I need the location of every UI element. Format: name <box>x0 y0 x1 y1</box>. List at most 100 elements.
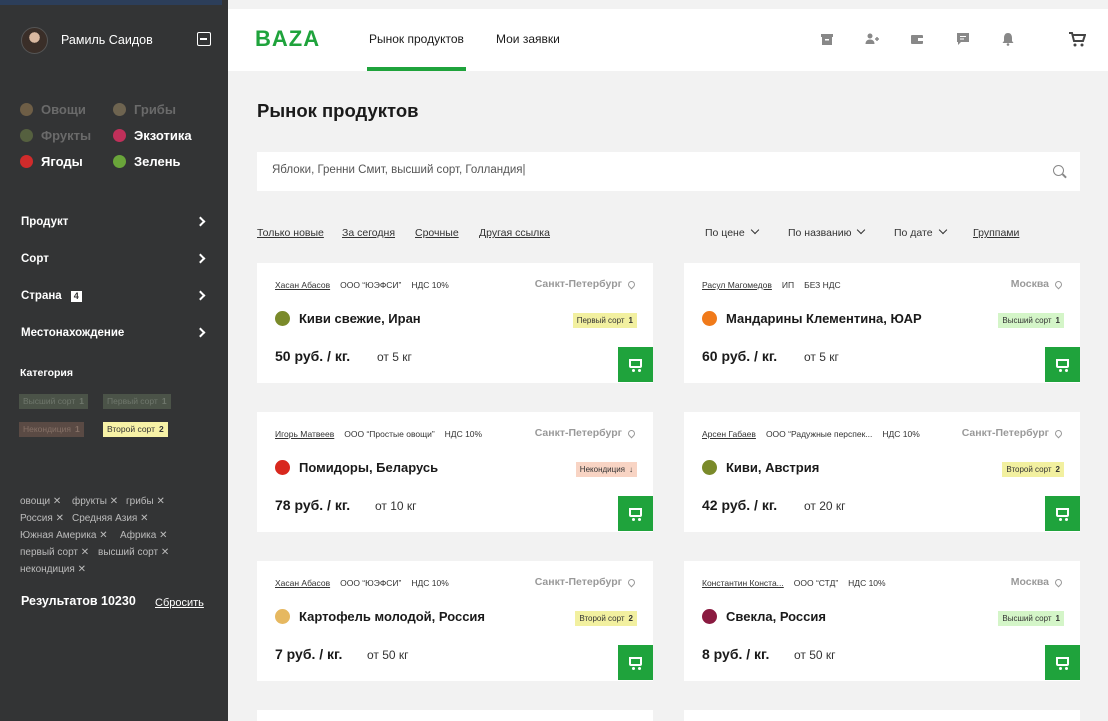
link-today[interactable]: За сегодня <box>342 227 395 239</box>
chevron-right-icon <box>195 327 206 338</box>
product-card[interactable] <box>257 710 653 721</box>
seller-name[interactable]: Расул Магомедов <box>702 280 772 290</box>
reset-link[interactable]: Сбросить <box>155 597 204 609</box>
nav-my-orders[interactable]: Мои заявки <box>496 32 560 46</box>
grade-tag-first[interactable]: Первый сорт 1 <box>103 394 171 409</box>
city-label: Москва <box>1010 278 1049 290</box>
filter-country[interactable]: Страна 4 <box>21 286 206 306</box>
greens-icon <box>113 155 126 168</box>
vat-info: БЕЗ НДС <box>804 280 841 290</box>
cart-icon[interactable] <box>1069 32 1086 47</box>
category-mushrooms[interactable]: Грибы <box>113 102 176 117</box>
cart-icon <box>1056 359 1069 372</box>
cart-icon <box>629 657 642 670</box>
category-fruits[interactable]: Фрукты <box>20 128 91 143</box>
vat-info: НДС 10% <box>444 429 483 439</box>
seller-name[interactable]: Игорь Матвеев <box>275 429 334 439</box>
grade-label: Некондиция <box>579 465 625 474</box>
product-card[interactable]: Расул Магомедов ИП БЕЗ НДС Москва Мандарин… <box>684 263 1080 383</box>
grade-number: 2 <box>1055 465 1060 474</box>
link-group[interactable]: Группами <box>973 227 1019 239</box>
sort-by-date[interactable]: По дате <box>894 225 947 239</box>
add-to-cart-button[interactable] <box>1045 496 1080 531</box>
category-label: Экзотика <box>134 128 192 143</box>
category-berries[interactable]: Ягоды <box>20 154 83 169</box>
add-to-cart-button[interactable] <box>1045 347 1080 382</box>
grade-tag-substandard[interactable]: Некондиция 1 <box>19 422 84 437</box>
product-card[interactable]: Хасан Абасов ООО “ЮЭФСИ” НДС 10% Санкт-Пет… <box>257 561 653 681</box>
min-quantity: от 50 кг <box>794 648 836 662</box>
nav-market[interactable]: Рынок продуктов <box>369 32 464 46</box>
filter-sort[interactable]: Сорт <box>21 249 206 269</box>
sort-by-name[interactable]: По названию <box>788 225 866 239</box>
chat-icon[interactable] <box>956 32 970 46</box>
filter-chip[interactable]: грибы ✕ <box>126 496 165 507</box>
product-card[interactable]: Константин Конста... ООО “СТД” НДС 10% Мос… <box>684 561 1080 681</box>
logo[interactable]: BAZA <box>255 26 320 52</box>
filter-product[interactable]: Продукт <box>21 212 206 232</box>
user-profile[interactable]: Рамиль Саидов <box>21 26 211 54</box>
city-label: Санкт-Петербург <box>534 576 622 588</box>
link-other[interactable]: Другая ссылка <box>479 227 550 239</box>
seller-name[interactable]: Хасан Абасов <box>275 578 330 588</box>
grade-badge: Некондиция ↓ <box>575 462 637 477</box>
grade-tag-second[interactable]: Второй сорт 2 <box>103 422 168 437</box>
link-urgent[interactable]: Срочные <box>415 227 459 239</box>
filter-chip[interactable]: овощи ✕ <box>20 496 61 507</box>
users-icon[interactable] <box>865 32 879 46</box>
city: Санкт-Петербург <box>534 576 637 588</box>
product-card[interactable]: Хасан Абасов ООО “ЮЭФСИ” НДС 10% Санкт-Пет… <box>257 263 653 383</box>
filter-chip[interactable]: Южная Америка ✕ <box>20 530 108 541</box>
add-to-cart-button[interactable] <box>618 645 653 680</box>
location-pin-icon <box>1053 577 1064 587</box>
link-only-new[interactable]: Только новые <box>257 227 324 239</box>
filter-label: Страна <box>21 290 62 302</box>
filter-chip[interactable]: фрукты ✕ <box>72 496 118 507</box>
product-card[interactable]: Игорь Матвеев ООО “Простые овощи” НДС 10% … <box>257 412 653 532</box>
seller-name[interactable]: Хасан Абасов <box>275 280 330 290</box>
city: Санкт-Петербург <box>535 278 637 290</box>
product-card[interactable] <box>684 710 1080 721</box>
seller-name[interactable]: Арсен Габаев <box>702 429 756 439</box>
grade-badge: Второй сорт 2 <box>1002 462 1064 477</box>
filter-chip[interactable]: первый сорт ✕ <box>20 547 89 558</box>
pitaya-icon <box>113 129 126 142</box>
search-input[interactable]: Яблоки, Гренни Смит, высший сорт, Голлан… <box>257 152 1080 191</box>
archive-icon[interactable] <box>820 32 834 46</box>
category-exotic[interactable]: Экзотика <box>113 128 192 143</box>
price: 50 руб. / кг. <box>275 348 351 364</box>
product-name: Свекла, Россия <box>702 609 826 624</box>
grade-number: 1 <box>628 316 633 325</box>
location-pin-icon <box>626 577 637 587</box>
seller-info: Константин Конста... ООО “СТД” НДС 10% <box>702 578 886 588</box>
sort-by-price[interactable]: По цене <box>705 225 759 239</box>
wallet-icon[interactable] <box>910 32 924 46</box>
product-label: Киви свежие, Иран <box>299 311 421 326</box>
product-label: Картофель молодой, Россия <box>299 609 486 624</box>
filter-location[interactable]: Местонахождение <box>21 323 206 343</box>
tag-number: 2 <box>158 424 164 434</box>
seller-company: ООО “СТД” <box>793 578 839 588</box>
category-greens[interactable]: Зелень <box>113 154 181 169</box>
seller-company: ООО “ЮЭФСИ” <box>340 280 402 290</box>
grade-number: ↓ <box>629 465 633 474</box>
add-to-cart-button[interactable] <box>1045 645 1080 680</box>
add-to-cart-button[interactable] <box>618 347 653 382</box>
grade-tag-premium[interactable]: Высший сорт 1 <box>19 394 88 409</box>
category-vegetables[interactable]: Овощи <box>20 102 86 117</box>
seller-name[interactable]: Константин Конста... <box>702 578 784 588</box>
filter-chip[interactable]: Россия ✕ <box>20 513 64 524</box>
filter-chip[interactable]: некондиция ✕ <box>20 564 86 575</box>
vegetable-icon <box>20 103 33 116</box>
product-card[interactable]: Арсен Габаев ООО “Радужные перспек... НДС … <box>684 412 1080 532</box>
search-icon[interactable] <box>1053 165 1064 176</box>
filter-chip[interactable]: Африка ✕ <box>120 530 167 541</box>
add-to-cart-button[interactable] <box>618 496 653 531</box>
count-badge: 4 <box>70 290 82 302</box>
logout-icon[interactable] <box>197 32 211 46</box>
bell-icon[interactable] <box>1001 32 1015 46</box>
filter-chip[interactable]: высший сорт ✕ <box>98 547 169 558</box>
category-label: Овощи <box>41 102 86 117</box>
filter-chip[interactable]: Средняя Азия ✕ <box>72 513 149 524</box>
avatar[interactable] <box>21 26 48 54</box>
